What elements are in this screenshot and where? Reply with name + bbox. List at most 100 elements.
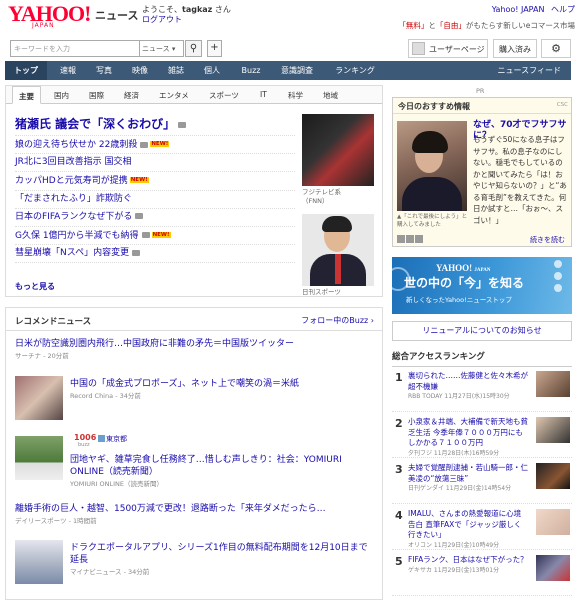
headline-text[interactable]: 娘の迎え待ち伏せか 22歳刺殺 [15, 140, 137, 150]
help-link[interactable]: ヘルプ [551, 5, 575, 14]
headline-text[interactable]: JR北に3回目改善指示 国交相 [15, 157, 132, 167]
headline-text[interactable]: カッパHDと元気寿司が提携 [15, 176, 128, 186]
headline-text[interactable]: 「だまされたふり」詐欺防ぐ [15, 194, 132, 204]
rank-text[interactable]: 裏切られた……佐藤健と佐々木希が超不機嫌 RBB TODAY 11月27日(水)1… [408, 371, 528, 403]
org-icon [98, 435, 105, 442]
ranking-item[interactable]: 4 IMALU、さんまの熱愛報道に心境告白 直筆FAXで「ジャッジ厳しく行きたい」… [392, 506, 572, 550]
recommend-item[interactable]: 団地ヤギ、雑草完食し任務終了…惜しむ声しきり：社会：YOMIURI ONLINE… [70, 454, 370, 490]
news-photo-2[interactable] [302, 214, 374, 286]
nav-individual[interactable]: 個人 [195, 61, 229, 80]
rank-title[interactable]: FIFAランク、日本はなぜ下がった？ [408, 555, 528, 566]
rank-text[interactable]: FIFAランク、日本はなぜ下がった？ ゲキサカ 11月29日(金)13時01分 [408, 555, 528, 576]
more-link[interactable]: もっと見る [15, 281, 55, 292]
buzz-org[interactable]: 東京都 [106, 434, 127, 444]
recommend-item[interactable]: 中国の「成金式プロポーズ」、ネット上で嘲笑の渦＝米紙 Record China … [70, 378, 370, 402]
rank-thumb[interactable] [536, 463, 570, 489]
rank-thumb[interactable] [536, 371, 570, 397]
headline-text[interactable]: 日本のFIFAランクなぜ下がる [15, 212, 132, 222]
ranking-item[interactable]: 3 夫婦で覚醒剤逮捕・若山騎一郎・仁美凌の“放蕩三昧” 日刊ゲンダイ 11月29日(… [392, 460, 572, 504]
rank-title[interactable]: 夫婦で覚醒剤逮捕・若山騎一郎・仁美凌の“放蕩三昧” [408, 463, 528, 484]
rank-text[interactable]: 夫婦で覚醒剤逮捕・若山騎一郎・仁美凌の“放蕩三昧” 日刊ゲンダイ 11月29日(金… [408, 463, 528, 495]
nav-buzz[interactable]: Buzz [231, 61, 271, 80]
user-page-button[interactable]: ユーザーページ [408, 39, 488, 58]
search-scope-select[interactable]: ニュース ▾ [140, 40, 184, 57]
share-icon[interactable] [397, 235, 405, 243]
reco-photo[interactable] [397, 121, 467, 211]
ranking-item[interactable]: 2 小泉家＆井端、大補備で新天地も貧乏生活 今季年俸７０００万円にもしかかる７１０… [392, 414, 572, 458]
share-icon[interactable] [415, 235, 423, 243]
recommend-item[interactable]: 日米が防空識別圏内飛行…中国政府に非難の矛先＝中国版ツイッター サーチナ - 2… [15, 338, 375, 362]
rank-text[interactable]: 小泉家＆井端、大補備で新天地も貧乏生活 今季年俸７０００万円にもしかかる７１００… [408, 417, 528, 459]
user-page-label: ユーザーページ [429, 45, 485, 54]
recommend-item[interactable]: ドラクエポータルアプリ、シリーズ1作目の無料配布期間を12月10日まで延長 マイ… [70, 542, 370, 578]
ranking-item[interactable]: 5 FIFAランク、日本はなぜ下がった？ ゲキサカ 11月29日(金)13時01分 [392, 552, 572, 596]
news-photo-1[interactable] [302, 114, 374, 186]
rank-thumb[interactable] [536, 555, 570, 581]
recommend-thumb[interactable] [15, 376, 63, 420]
nav-breaking[interactable]: 速報 [51, 61, 85, 80]
rank-thumb[interactable] [536, 509, 570, 535]
rank-thumb[interactable] [536, 417, 570, 443]
headline-text[interactable]: G久保 1億円から半減でも納得 [15, 231, 139, 241]
today-reco-ad[interactable]: 今日のおすすめ情報 CSC なぜ、70才でフサフサに？ もうずぐ50になる息子はフ… [392, 97, 572, 247]
tab-main[interactable]: 主要 [12, 86, 41, 104]
nav-survey[interactable]: 意識調査 [273, 61, 321, 80]
rank-title[interactable]: IMALU、さんまの熱愛報道に心境告白 直筆FAXで「ジャッジ厳しく行きたい」 [408, 509, 528, 541]
tab-sports[interactable]: スポーツ [209, 90, 239, 101]
tab-entertainment[interactable]: エンタメ [159, 90, 189, 101]
rank-number: 1 [395, 371, 403, 384]
read-more-link[interactable]: 続きを読む [530, 235, 565, 245]
recommend-item[interactable]: 離婚手術の巨人・越智、1500万減で更改！退路断った「来年ダメだったら… デイリ… [15, 503, 375, 527]
logout-link[interactable]: ログアウト [142, 14, 182, 25]
rank-title[interactable]: 小泉家＆井端、大補備で新天地も貧乏生活 今季年俸７０００万円にもしかかる７１００… [408, 417, 528, 449]
search-button[interactable]: ⚲ [185, 40, 202, 57]
nav-news-feed[interactable]: ニュースフィード [498, 61, 561, 80]
tab-international[interactable]: 国際 [89, 90, 104, 101]
headline-text[interactable]: 彗星崩壊「Nスペ」内容変更 [15, 248, 129, 258]
follow-buzz-link[interactable]: フォロー中のBuzz › [301, 315, 374, 326]
tab-it[interactable]: IT [260, 90, 267, 99]
headline-item[interactable]: JR北に3回目改善指示 国交相 [15, 154, 295, 173]
recommend-item-title[interactable]: 離婚手術の巨人・越智、1500万減で更改！退路断った「来年ダメだったら… [15, 503, 375, 515]
renewal-notice-button[interactable]: リニューアルについてのお知らせ [392, 321, 572, 341]
camera-icon [141, 232, 150, 239]
share-icon[interactable] [406, 235, 414, 243]
headline-item[interactable]: G久保 1億円から半減でも納得 NEW! [15, 227, 295, 246]
yahoo-japan-link[interactable]: Yahoo! JAPAN [492, 5, 545, 14]
headline-item[interactable]: 「だまされたふり」詐欺防ぐ [15, 191, 295, 209]
nav-top[interactable]: トップ [5, 61, 47, 80]
recommend-item-title[interactable]: 中国の「成金式プロポーズ」、ネット上で嘲笑の渦＝米紙 [70, 378, 370, 390]
add-button[interactable]: + [207, 40, 222, 57]
section-title[interactable]: ニュース [95, 7, 138, 23]
recommend-item-title[interactable]: 団地ヤギ、雑草完食し任務終了…惜しむ声しきり：社会：YOMIURI ONLINE… [70, 454, 370, 478]
rank-text[interactable]: IMALU、さんまの熱愛報道に心境告白 直筆FAXで「ジャッジ厳しく行きたい」オ… [408, 509, 528, 551]
headline-item[interactable]: カッパHDと元気寿司が提携 NEW! [15, 172, 295, 191]
headline-text[interactable]: 猪瀬氏 議会で「深くおわび」 [15, 117, 175, 131]
ranking-item[interactable]: 1 裏切られた……佐藤健と佐々木希が超不機嫌 RBB TODAY 11月27日(水)… [392, 368, 572, 412]
headline-item[interactable]: 猪瀬氏 議会で「深くおわび」 [15, 114, 295, 136]
recommend-thumb[interactable] [15, 436, 63, 480]
headline-item[interactable]: 娘の迎え待ち伏せか 22歳刺殺 NEW! [15, 136, 295, 155]
ad-label: CSC [556, 102, 568, 108]
recommend-thumb[interactable] [15, 540, 63, 584]
promo-text[interactable]: 「無料」と「自由」がもたらす新しいeコマース市場 [398, 20, 575, 31]
rank-meta: ゲキサカ 11月29日(金)13時01分 [408, 566, 500, 574]
search-bar: キーワードを入力 ニュース ▾ ⚲ + ユーザーページ 購入済み ⚙ [0, 37, 583, 59]
nav-ranking[interactable]: ランキング [325, 61, 385, 80]
recommend-item-title[interactable]: 日米が防空識別圏内飛行…中国政府に非難の矛先＝中国版ツイッター [15, 338, 375, 350]
tab-science[interactable]: 科学 [288, 90, 303, 101]
nav-magazine[interactable]: 雑誌 [159, 61, 193, 80]
search-input[interactable]: キーワードを入力 [10, 40, 140, 57]
settings-button[interactable]: ⚙ [541, 39, 571, 58]
tab-domestic[interactable]: 国内 [54, 90, 69, 101]
headline-item[interactable]: 日本のFIFAランクなぜ下がる [15, 209, 295, 227]
tab-region[interactable]: 地域 [323, 90, 338, 101]
recommend-item-title[interactable]: ドラクエポータルアプリ、シリーズ1作目の無料配布期間を12月10日まで延長 [70, 542, 370, 566]
headline-item[interactable]: 彗星崩壊「Nスペ」内容変更 [15, 245, 295, 264]
nav-video[interactable]: 映像 [123, 61, 157, 80]
rank-title[interactable]: 裏切られた……佐藤健と佐々木希が超不機嫌 [408, 371, 528, 392]
news-top-banner[interactable]: YAHOO! JAPAN 世の中の「今」を知る 新しくなったYahoo!ニュース… [392, 257, 572, 314]
nav-photos[interactable]: 写真 [87, 61, 121, 80]
tab-economy[interactable]: 経済 [124, 90, 139, 101]
purchased-button[interactable]: 購入済み [493, 39, 537, 58]
